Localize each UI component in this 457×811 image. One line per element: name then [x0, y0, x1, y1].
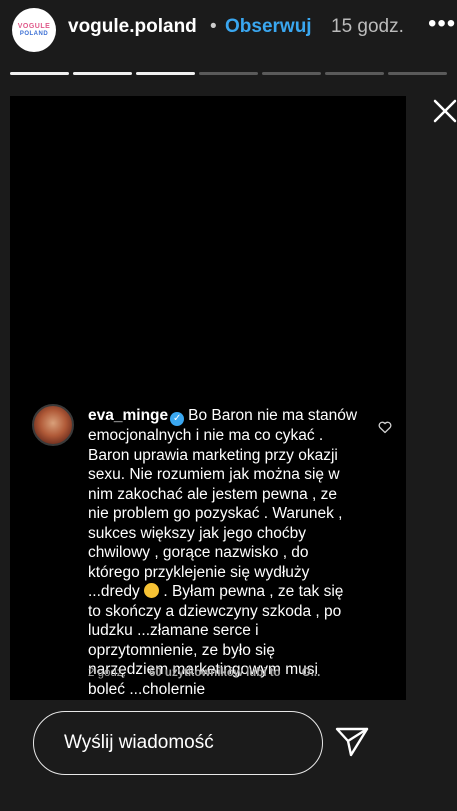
- comment-likes: 60 użytkowników lubi to: [148, 667, 281, 679]
- close-icon[interactable]: [432, 98, 457, 124]
- avatar-text-bottom: POLAND: [19, 30, 49, 37]
- progress-segment: [325, 72, 384, 75]
- story-content[interactable]: eva_minge ✓ Bo Baron nie ma stanów emocjon…: [10, 96, 406, 700]
- verified-badge-icon: ✓: [170, 412, 185, 426]
- separator-dot: •: [210, 16, 217, 37]
- avatar-text-top: VOGULE: [17, 22, 51, 30]
- story-progress-bar: [10, 72, 447, 76]
- comment-text-part1: Bo Baron nie ma stanów emocjonalnych i n…: [88, 407, 358, 600]
- post-time: 15 godz.: [331, 16, 404, 37]
- progress-segment: [10, 72, 69, 75]
- progress-segment: [388, 72, 447, 75]
- message-placeholder: Wyślij wiadomość: [64, 732, 214, 753]
- progress-segment: [262, 72, 321, 75]
- commenter-username: eva_minge: [88, 407, 169, 424]
- commenter-avatar: [32, 404, 74, 446]
- account-username[interactable]: vogule.poland: [68, 16, 197, 38]
- comment-meta: 2 godz. 60 użytkowników lubi to O...: [88, 667, 320, 679]
- comment-reply: O...: [301, 667, 321, 679]
- progress-segment: [136, 72, 195, 75]
- comment-time: 2 godz.: [88, 667, 126, 679]
- progress-segment: [199, 72, 258, 75]
- more-options-icon[interactable]: •••: [428, 10, 456, 38]
- progress-segment: [73, 72, 132, 75]
- comment-text: eva_minge ✓ Bo Baron nie ma stanów emocjon…: [88, 406, 358, 699]
- hugging-emoji-icon: [144, 583, 160, 598]
- story-header: VOGULE POLAND vogule.poland • Obserwuj 1…: [0, 0, 457, 60]
- comment-text-part2: . Byłam pewna , ze tak się to skończy a …: [88, 583, 344, 698]
- account-avatar[interactable]: VOGULE POLAND: [12, 8, 56, 52]
- follow-button[interactable]: Obserwuj: [225, 16, 312, 38]
- message-input[interactable]: Wyślij wiadomość: [33, 711, 323, 775]
- paper-plane-icon[interactable]: [334, 726, 370, 758]
- heart-icon: [378, 421, 392, 434]
